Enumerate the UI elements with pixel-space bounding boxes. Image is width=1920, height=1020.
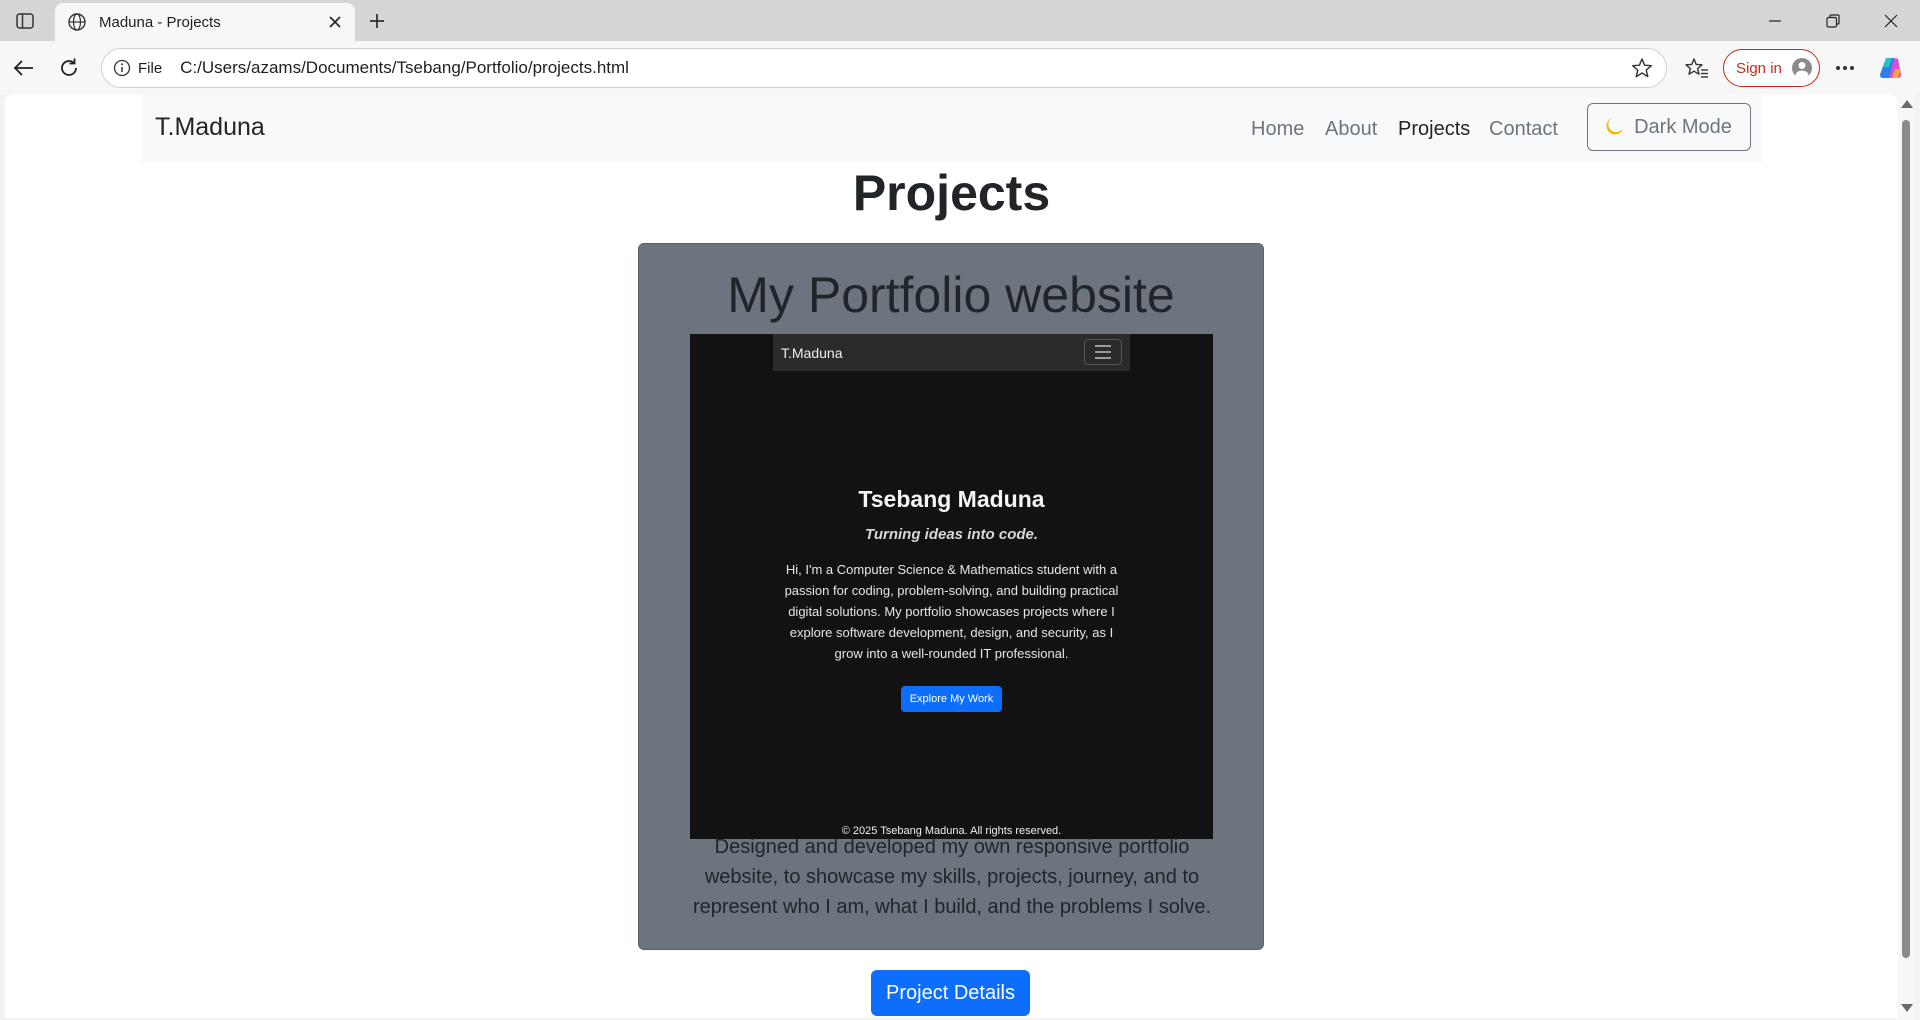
address-scheme: File	[138, 59, 163, 77]
page-viewport: T.Maduna Home About Projects Contact Dar…	[5, 94, 1898, 1018]
preview-paragraph: Hi, I'm a Computer Science & Mathematics…	[784, 562, 1119, 661]
dark-mode-label: Dark Mode	[1634, 115, 1732, 138]
sidebar-icon[interactable]	[10, 8, 40, 34]
copilot-icon[interactable]	[1874, 51, 1910, 85]
site-navbar: T.Maduna Home About Projects Contact Dar…	[141, 94, 1762, 162]
project-details-button[interactable]: Project Details	[871, 970, 1030, 1016]
project-title: My Portfolio website	[727, 267, 1175, 323]
site-brand[interactable]: T.Maduna	[155, 113, 265, 142]
preview-brand: T.Maduna	[781, 345, 843, 361]
scroll-down-icon[interactable]	[1901, 1004, 1913, 1012]
tab-active[interactable]: Maduna - Projects	[55, 3, 355, 41]
back-icon[interactable]	[6, 51, 42, 85]
hamburger-icon	[1084, 339, 1122, 365]
refresh-icon[interactable]	[51, 51, 87, 85]
star-icon[interactable]	[1626, 52, 1658, 84]
restore-icon[interactable]	[1811, 6, 1855, 36]
dark-mode-button[interactable]: Dark Mode	[1587, 103, 1751, 151]
sign-in-button[interactable]: Sign in	[1723, 49, 1820, 87]
avatar	[1792, 58, 1812, 78]
preview-tagline: Turning ideas into code.	[864, 526, 1039, 543]
browser-toolbar: File C:/Users/azams/Documents/Tsebang/Po…	[0, 41, 1920, 94]
preview-button: Explore My Work	[901, 686, 1002, 712]
info-icon[interactable]	[112, 58, 132, 78]
address-url[interactable]: C:/Users/azams/Documents/Tsebang/Portfol…	[180, 58, 1626, 78]
favorites-icon[interactable]	[1679, 51, 1715, 85]
globe-icon	[65, 10, 89, 34]
project-description: Designed and developed my own responsive…	[692, 836, 1212, 918]
moon-icon	[1606, 115, 1626, 140]
preview-name: Tsebang Maduna	[858, 486, 1045, 512]
project-card: My Portfolio website T.Maduna Tsebang Ma…	[638, 243, 1264, 950]
page-title: Projects	[852, 165, 1051, 221]
tab-strip: Maduna - Projects	[0, 0, 1920, 41]
window-close-icon[interactable]	[1869, 6, 1913, 36]
preview-navbar: T.Maduna	[773, 334, 1130, 371]
nav-link-home[interactable]: Home	[1251, 118, 1304, 141]
scroll-up-icon[interactable]	[1901, 100, 1913, 108]
sign-in-label: Sign in	[1736, 59, 1782, 77]
close-icon[interactable]	[321, 8, 349, 36]
address-bar[interactable]: File C:/Users/azams/Documents/Tsebang/Po…	[101, 48, 1667, 88]
tab-title: Maduna - Projects	[99, 13, 221, 31]
plus-icon[interactable]	[362, 6, 392, 36]
nav-link-contact[interactable]: Contact	[1489, 118, 1558, 141]
project-preview-image: T.Maduna Tsebang Maduna Turning ideas in…	[690, 334, 1213, 839]
scrollbar-thumb[interactable]	[1902, 120, 1910, 958]
nav-link-about[interactable]: About	[1325, 118, 1377, 141]
minimize-icon[interactable]	[1753, 6, 1797, 36]
page-scrollbar[interactable]	[1898, 94, 1915, 1020]
nav-link-projects[interactable]: Projects	[1398, 118, 1470, 141]
more-icon[interactable]	[1827, 51, 1863, 85]
